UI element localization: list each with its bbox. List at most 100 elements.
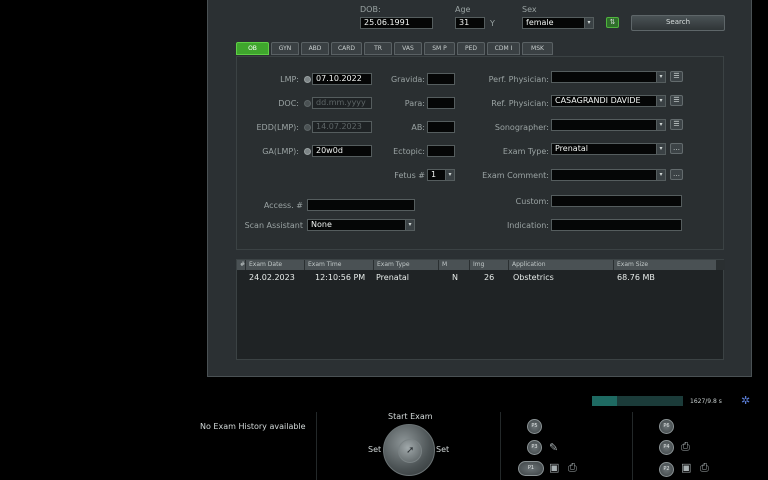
ga-radio[interactable] <box>304 148 311 155</box>
doc-radio[interactable] <box>304 100 311 107</box>
save-icon[interactable]: ▣ <box>549 462 559 473</box>
para-field[interactable] <box>427 97 455 109</box>
storage-progress-bar <box>592 396 683 406</box>
doc-field[interactable]: dd.mm.yyyy <box>312 97 372 109</box>
sex-value: female <box>526 18 554 27</box>
p1-key[interactable]: P1 <box>518 461 544 476</box>
indication-field[interactable] <box>551 219 682 231</box>
p6-key[interactable]: P6 <box>659 419 674 434</box>
fetus-label: Fetus # <box>394 171 425 180</box>
tab-msk[interactable]: MSK <box>522 42 553 55</box>
tab-tr[interactable]: TR <box>364 42 392 55</box>
fetus-select[interactable]: 1 ▾ <box>427 169 455 181</box>
chevron-down-icon: ▾ <box>584 18 593 28</box>
physician-list-icon[interactable]: ☰ <box>670 71 683 82</box>
network-status-icon[interactable]: ✲ <box>741 394 750 407</box>
ref-physician-select[interactable]: CASAGRANDI DAVIDE ▾ <box>551 95 666 107</box>
p2-key[interactable]: P2 <box>659 462 674 477</box>
exam-type-select[interactable]: Prenatal ▾ <box>551 143 666 155</box>
no-exam-history-text: No Exam History available <box>200 422 306 431</box>
age-label: Age <box>455 5 471 14</box>
exam-history-table: # Exam Date Exam Time Exam Type M Img Ap… <box>236 259 725 360</box>
access-field[interactable] <box>307 199 415 211</box>
scan-assistant-value: None <box>311 220 332 229</box>
sex-select[interactable]: female ▾ <box>522 17 594 29</box>
ab-field[interactable] <box>427 121 455 133</box>
gravida-field[interactable] <box>427 73 455 85</box>
ectopic-field[interactable] <box>427 145 455 157</box>
tab-smp[interactable]: SM P <box>424 42 455 55</box>
exam-comment-select[interactable]: ▾ <box>551 169 666 181</box>
gravida-label: Gravida: <box>390 75 425 84</box>
patient-sync-icon[interactable]: ⇅ <box>606 17 619 28</box>
chevron-down-icon: ▾ <box>656 72 665 82</box>
ab-label: AB: <box>411 123 425 132</box>
pencil-icon[interactable]: ✎ <box>549 442 558 453</box>
col-header-exam-date[interactable]: Exam Date <box>246 260 305 270</box>
save-icon[interactable]: ▣ <box>681 462 691 473</box>
lmp-label: LMP: <box>280 75 299 84</box>
divider <box>316 412 317 480</box>
printer-icon[interactable]: ⎙ <box>681 441 690 452</box>
divider <box>500 412 501 480</box>
tab-ob[interactable]: OB <box>236 42 269 55</box>
scan-assistant-select[interactable]: None ▾ <box>307 219 415 231</box>
p4-key[interactable]: P4 <box>659 440 674 455</box>
patient-panel: DOB: 25.06.1991 Age 31 Y Sex female ▾ ⇅ … <box>207 0 752 377</box>
col-header-img[interactable]: Img <box>470 260 509 270</box>
col-header-exam-type[interactable]: Exam Type <box>374 260 439 270</box>
lmp-field[interactable]: 07.10.2022 <box>312 73 372 85</box>
exam-comment-more-icon[interactable]: … <box>670 169 683 180</box>
perf-physician-select[interactable]: ▾ <box>551 71 666 83</box>
ga-label: GA(LMP): <box>262 147 299 156</box>
col-header-m[interactable]: M <box>439 260 470 270</box>
p5-key[interactable]: P5 <box>527 419 542 434</box>
cell-application: Obstetrics <box>513 273 554 282</box>
search-button[interactable]: Search <box>631 15 725 31</box>
cell-exam-type: Prenatal <box>376 273 409 282</box>
dob-label: DOB: <box>360 5 381 14</box>
chevron-down-icon: ▾ <box>656 96 665 106</box>
custom-field[interactable] <box>551 195 682 207</box>
col-header-exam-time[interactable]: Exam Time <box>305 260 374 270</box>
exam-type-more-icon[interactable]: … <box>670 143 683 154</box>
tab-gyn[interactable]: GYN <box>271 42 299 55</box>
tab-abd[interactable]: ABD <box>301 42 329 55</box>
tab-ped[interactable]: PED <box>457 42 485 55</box>
sonographer-select[interactable]: ▾ <box>551 119 666 131</box>
ref-physician-list-icon[interactable]: ☰ <box>670 95 683 106</box>
edd-radio[interactable] <box>304 124 311 131</box>
p3-key[interactable]: P3 <box>527 440 542 455</box>
table-scroll-corner <box>717 260 725 270</box>
exam-comment-label: Exam Comment: <box>482 171 549 180</box>
tab-cdmi[interactable]: CDM I <box>487 42 520 55</box>
age-field[interactable]: 31 <box>455 17 485 29</box>
cell-exam-date: 24.02.2023 <box>249 273 295 282</box>
chevron-down-icon: ▾ <box>656 170 665 180</box>
chevron-down-icon: ▾ <box>656 144 665 154</box>
edd-field[interactable]: 14.07.2023 <box>312 121 372 133</box>
ref-physician-label: Ref. Physician: <box>491 99 549 108</box>
print-icon[interactable]: ⎙ <box>700 462 709 473</box>
age-unit: Y <box>490 19 495 28</box>
trackball[interactable]: ➚ <box>383 424 435 476</box>
tab-vas[interactable]: VAS <box>394 42 422 55</box>
print-icon[interactable]: ⎙ <box>568 462 577 473</box>
dob-field[interactable]: 25.06.1991 <box>360 17 433 29</box>
exam-type-value: Prenatal <box>555 144 588 153</box>
ga-field[interactable]: 20w0d <box>312 145 372 157</box>
set-right-label: Set <box>436 445 450 454</box>
col-header-application[interactable]: Application <box>509 260 614 270</box>
cursor-icon: ➚ <box>406 445 415 456</box>
trackball-center[interactable]: ➚ <box>398 439 422 463</box>
col-header-exam-size[interactable]: Exam Size <box>614 260 717 270</box>
sonographer-list-icon[interactable]: ☰ <box>670 119 683 130</box>
storage-text: 1627/9.8 s <box>690 398 722 405</box>
ectopic-label: Ectopic: <box>393 147 425 156</box>
col-header-index[interactable]: # <box>237 260 246 270</box>
para-label: Para: <box>404 99 425 108</box>
cell-exam-size: 68.76 MB <box>617 273 655 282</box>
tab-card[interactable]: CARD <box>331 42 362 55</box>
lmp-radio[interactable] <box>304 76 311 83</box>
chevron-down-icon: ▾ <box>445 170 454 180</box>
